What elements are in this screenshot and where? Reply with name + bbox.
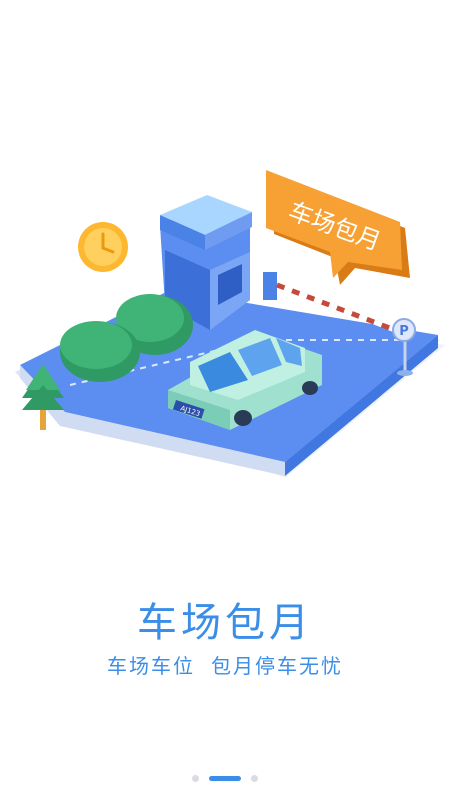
page-dot-3[interactable] — [251, 775, 258, 782]
parking-sign-letter: P — [399, 324, 409, 339]
subtitle-right: 包月停车无忧 — [211, 654, 343, 678]
page-title: 车场包月 — [137, 600, 313, 646]
page-indicator — [0, 775, 450, 782]
monthly-parking-sign: 车场包月 — [266, 170, 410, 285]
page-dot-2-active[interactable] — [209, 776, 241, 781]
clock-icon — [78, 222, 128, 272]
parking-illustration: P AJ123 车场包月 — [15, 170, 445, 478]
page-dot-1[interactable] — [192, 775, 199, 782]
page-subtitle: 车场车位 包月停车无忧 — [0, 650, 450, 679]
subtitle-left: 车场车位 — [107, 654, 195, 678]
